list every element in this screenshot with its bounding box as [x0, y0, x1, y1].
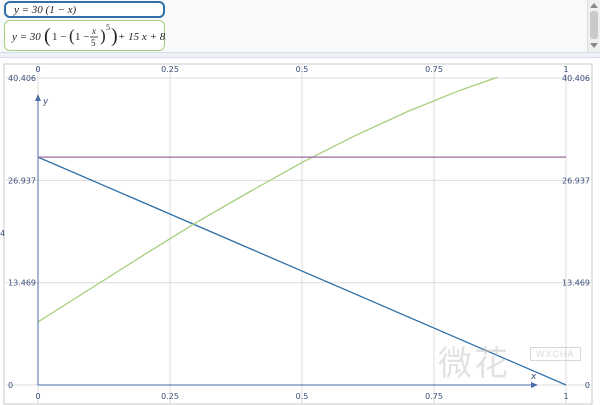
- y-tick-label-right-1: 13.469: [562, 279, 590, 288]
- formula-input-2[interactable]: y = 30 ( 1 − ( 1 − x 5 ) 5 ) + 15 x + 8.…: [4, 20, 166, 51]
- y-tick-label-right-0: 0: [585, 381, 590, 390]
- y-tick-label-left-0: 0: [8, 381, 13, 390]
- formula-scrollbar[interactable]: [587, 0, 600, 52]
- x-tick-label-bottom-3: 0.75: [425, 392, 443, 401]
- y-tick-label-right-2: 26.937: [562, 176, 590, 185]
- x-tick-label-top-4: 1: [563, 65, 568, 74]
- y-tick-label-left-1: 13.469: [8, 279, 36, 288]
- scroll-thumb[interactable]: [590, 11, 598, 39]
- x-tick-label-bottom-1: 0.25: [161, 392, 179, 401]
- y-tick-label-left-2: 26.937: [8, 176, 36, 185]
- x-tick-label-top-0: 0: [35, 65, 40, 74]
- y-tick-label-left-3: 40.406: [8, 74, 36, 83]
- x-tick-label-top-3: 0.75: [425, 65, 443, 74]
- formula-2-paren-open-outer: (: [44, 25, 51, 47]
- formula-2-paren-close-inner: ): [100, 26, 106, 45]
- y-tick-label-right-3: 40.406: [562, 74, 590, 83]
- x-tick-label-top-1: 0.25: [161, 65, 179, 74]
- x-tick-label-top-2: 0.5: [296, 65, 309, 74]
- formula-2-one-b: 1 −: [75, 31, 89, 43]
- formula-2-frac-num: x: [91, 26, 96, 36]
- formula-2-lead: y = 30: [11, 31, 41, 43]
- scroll-up-icon[interactable]: [590, 3, 598, 8]
- formula-2-frac-den: 5: [91, 38, 96, 48]
- formula-2-one-a: 1 −: [52, 31, 66, 43]
- formula-input-1[interactable]: y = 30 (1 − x): [4, 1, 165, 18]
- watermark-badge: WXCHA: [530, 347, 581, 361]
- formula-2-tail: + 15 x + 8.3: [118, 31, 166, 43]
- formula-panel: y = 30 (1 − x) y = 30 ( 1 − ( 1 − x 5 ) …: [0, 0, 600, 56]
- formula-text-1: y = 30 (1 − x): [14, 4, 77, 16]
- y-axis-label: y: [42, 97, 49, 107]
- graph-background: [0, 58, 600, 405]
- x-tick-label-bottom-0: 0: [35, 392, 40, 401]
- watermark-logo: 微花: [438, 344, 510, 384]
- formula-2-paren-close-outer: ): [111, 25, 118, 47]
- x-tick-label-bottom-2: 0.5: [296, 392, 309, 401]
- x-tick-label-bottom-4: 1: [563, 392, 568, 401]
- formula-2-exponent: 5: [106, 23, 110, 32]
- x-axis-label: x: [530, 372, 537, 382]
- formula-render-2: y = 30 ( 1 − ( 1 − x 5 ) 5 ) + 15 x + 8.…: [11, 23, 166, 48]
- side-marker: 4: [0, 229, 5, 238]
- graph-canvas[interactable]: 0 0 0.25 0.25 0.5 0.5 0.75 0.75 1 1 0 0 13.469 13.469…: [0, 58, 600, 405]
- scroll-down-icon[interactable]: [590, 43, 598, 48]
